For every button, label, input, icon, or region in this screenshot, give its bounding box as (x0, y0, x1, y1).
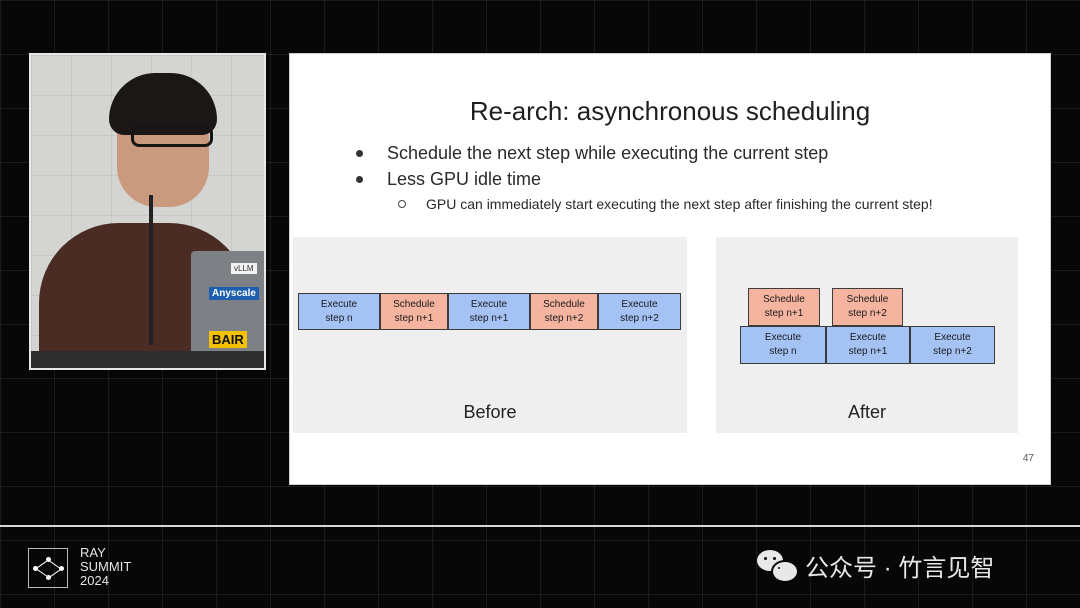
laptop-sticker-anyscale: Anyscale (209, 287, 259, 300)
block-sublabel: step n+2 (933, 346, 972, 357)
slide-title: Re-arch: asynchronous scheduling (469, 96, 871, 126)
bullet-item: Schedule the next step while executing t… (356, 140, 1046, 166)
block-sublabel: step n+1 (394, 312, 434, 324)
bullet-item: Less GPU idle time (356, 166, 1046, 192)
bullet-dot-icon (356, 149, 363, 157)
block-sublabel: step n (769, 346, 797, 357)
wordmark-line: RAY (80, 545, 106, 560)
watermark-text: 公众号 · 竹言见智 (805, 554, 995, 582)
speaker-video: vLLM Anyscale BAIR (29, 53, 266, 370)
schedule-block: Schedule step n+2 (530, 293, 598, 330)
after-diagram: Schedule step n+1 Schedule step n+2 Exec… (716, 237, 1018, 433)
block-label: Schedule (763, 294, 805, 305)
ray-summit-wordmark: RAY SUMMIT 2024 (80, 546, 131, 588)
block-sublabel: step n+2 (620, 312, 659, 324)
block-label: Schedule (846, 294, 889, 305)
block-label: Execute (470, 298, 508, 310)
sub-bullet-item: GPU can immediately start executing the … (398, 192, 1046, 216)
slide-page-number: 47 (1022, 453, 1034, 464)
laptop-sticker-vllm: vLLM (231, 263, 257, 274)
execute-block: Execute step n+1 (826, 326, 910, 364)
ray-network-icon (28, 548, 68, 588)
watermark: 公众号 · 竹言见智 (757, 548, 995, 583)
block-label: Execute (849, 332, 887, 343)
microphone-stand (149, 195, 153, 345)
block-label: Execute (320, 298, 358, 310)
laptop-sticker-bair: BAIR (209, 331, 247, 348)
block-sublabel: step n+1 (469, 312, 509, 324)
schedule-block: Schedule step n+2 (832, 288, 903, 326)
block-label: Execute (764, 332, 802, 343)
block-sublabel: step n+2 (544, 312, 584, 324)
block-label: Execute (621, 298, 658, 310)
footer-divider (0, 525, 1080, 527)
before-caption: Before (463, 402, 517, 422)
hollow-bullet-icon (398, 200, 406, 208)
sub-bullet-text: GPU can immediately start executing the … (426, 196, 933, 212)
after-caption: After (847, 402, 886, 422)
speaker-glasses (131, 125, 213, 147)
execute-block: Execute step n+2 (910, 326, 995, 364)
block-sublabel: step n+2 (848, 308, 887, 319)
block-sublabel: step n (325, 312, 353, 324)
execute-block: Execute step n+2 (598, 293, 681, 330)
schedule-block: Schedule step n+1 (380, 293, 448, 330)
wechat-icon (757, 548, 799, 583)
presentation-slide: Re-arch: asynchronous scheduling Schedul… (289, 53, 1051, 485)
schedule-block: Schedule step n+1 (748, 288, 820, 326)
before-diagram: Execute step n Schedule step n+1 Execute… (293, 237, 687, 433)
bullet-text: Less GPU idle time (387, 168, 542, 189)
bullet-dot-icon (356, 175, 363, 183)
block-label: Execute (934, 332, 971, 343)
execute-block: Execute step n (740, 326, 826, 364)
wordmark-line: SUMMIT (80, 559, 132, 574)
block-label: Schedule (543, 298, 585, 310)
podium (31, 351, 264, 368)
bullet-text: Schedule the next step while executing t… (387, 142, 829, 163)
execute-block: Execute step n+1 (448, 293, 530, 330)
block-sublabel: step n+1 (764, 308, 804, 319)
wordmark-line: 2024 (80, 573, 109, 588)
block-sublabel: step n+1 (848, 346, 888, 357)
bullet-list: Schedule the next step while executing t… (356, 140, 1046, 216)
block-label: Schedule (393, 298, 435, 310)
execute-block: Execute step n (298, 293, 380, 330)
